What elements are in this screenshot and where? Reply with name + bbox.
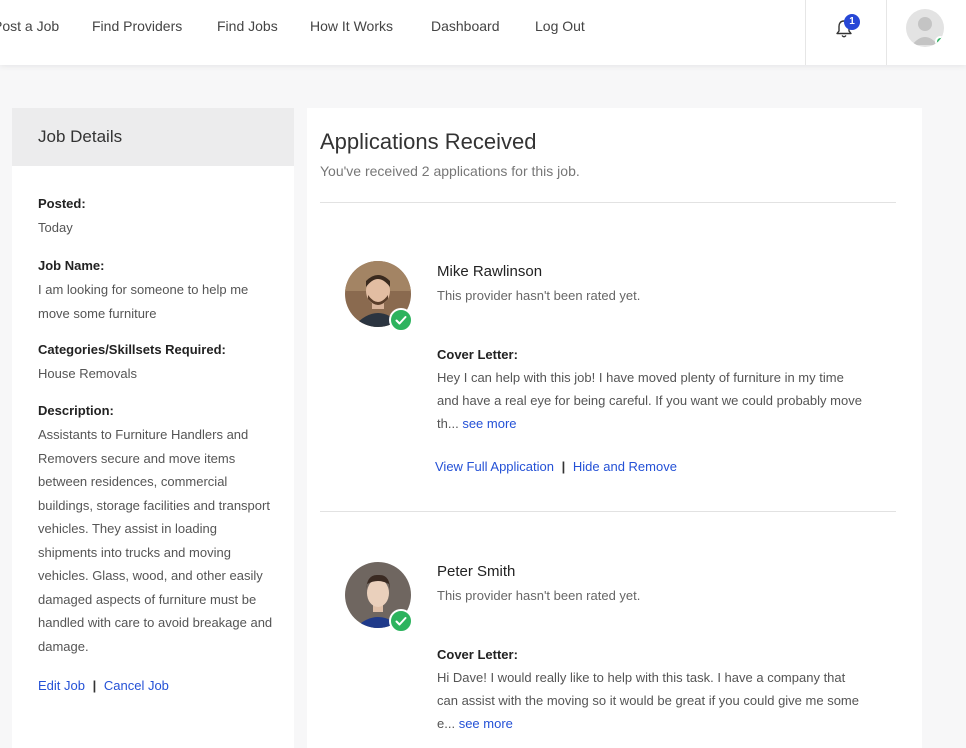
cancel-job-link[interactable]: Cancel Job bbox=[104, 678, 169, 693]
applicant-rating: This provider hasn't been rated yet. bbox=[437, 588, 641, 603]
description-label: Description: bbox=[38, 403, 114, 418]
nav-how-it-works[interactable]: How It Works bbox=[310, 18, 393, 34]
application-actions: View Full Application | Hide and Remove bbox=[435, 459, 677, 474]
applicant-name[interactable]: Peter Smith bbox=[437, 563, 515, 580]
job-name-value: I am looking for someone to help me move… bbox=[38, 282, 249, 321]
applicant-rating: This provider hasn't been rated yet. bbox=[437, 288, 641, 303]
applications-panel: Applications Received You've received 2 … bbox=[307, 108, 922, 748]
see-more-link[interactable]: see more bbox=[462, 416, 516, 431]
notification-count-badge: 1 bbox=[844, 14, 860, 30]
job-name-label: Job Name: bbox=[38, 258, 105, 273]
nav-log-out[interactable]: Log Out bbox=[535, 18, 585, 34]
hide-and-remove-link[interactable]: Hide and Remove bbox=[573, 459, 677, 474]
applications-subtitle: You've received 2 applications for this … bbox=[320, 163, 580, 179]
job-details-panel: Job Details Posted: Today Job Name: I am… bbox=[12, 108, 294, 748]
divider bbox=[320, 511, 896, 512]
top-navigation-bar: Post a Job Find Providers Find Jobs How … bbox=[0, 0, 966, 65]
description-value: Assistants to Furniture Handlers and Rem… bbox=[38, 427, 273, 654]
cover-letter-label: Cover Letter: bbox=[437, 347, 518, 362]
nav-find-providers[interactable]: Find Providers bbox=[92, 18, 182, 34]
applications-title: Applications Received bbox=[320, 129, 537, 154]
divider bbox=[320, 202, 896, 203]
job-details-heading: Job Details bbox=[12, 108, 294, 166]
categories-label: Categories/Skillsets Required: bbox=[38, 342, 226, 357]
link-separator: | bbox=[92, 678, 97, 693]
posted-value: Today bbox=[38, 220, 73, 235]
verified-check-icon bbox=[389, 609, 413, 633]
cover-letter-text: Hi Dave! I would really like to help wit… bbox=[437, 666, 867, 735]
cover-letter-text: Hey I can help with this job! I have mov… bbox=[437, 366, 867, 435]
view-full-application-link[interactable]: View Full Application bbox=[435, 459, 554, 474]
notifications-button[interactable]: 1 bbox=[805, 0, 887, 65]
nav-find-jobs[interactable]: Find Jobs bbox=[217, 18, 278, 34]
nav-dashboard[interactable]: Dashboard bbox=[431, 18, 500, 34]
job-actions: Edit Job | Cancel Job bbox=[38, 678, 169, 693]
categories-value: House Removals bbox=[38, 366, 137, 381]
edit-job-link[interactable]: Edit Job bbox=[38, 678, 85, 693]
user-avatar[interactable] bbox=[906, 9, 944, 47]
verified-check-icon bbox=[389, 308, 413, 332]
nav-post-a-job[interactable]: Post a Job bbox=[0, 18, 59, 34]
cover-letter-label: Cover Letter: bbox=[437, 647, 518, 662]
online-status-dot bbox=[935, 36, 944, 47]
posted-label: Posted: bbox=[38, 196, 86, 211]
link-separator: | bbox=[561, 459, 566, 474]
applicant-name[interactable]: Mike Rawlinson bbox=[437, 263, 542, 280]
